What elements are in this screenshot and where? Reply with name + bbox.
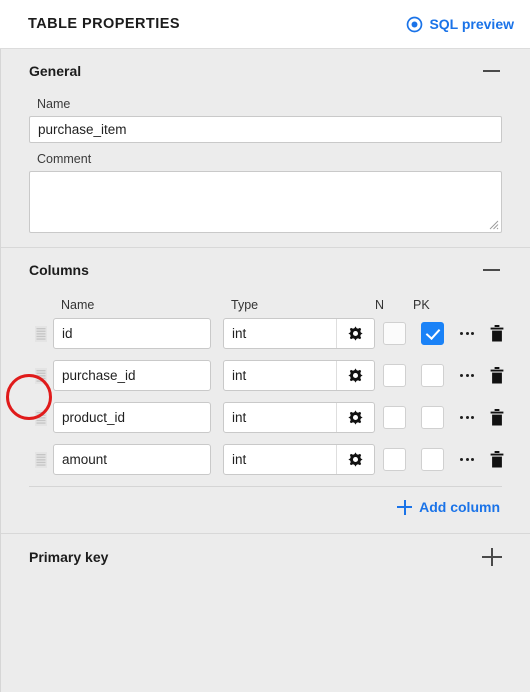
column-header-n: N — [375, 298, 385, 312]
column-type-settings-button[interactable] — [336, 361, 374, 390]
columns-header-row: Name Type N PK — [29, 292, 502, 318]
drag-handle-cell[interactable] — [29, 324, 53, 344]
section-columns-title: Columns — [29, 262, 89, 278]
add-column-button[interactable]: Add column — [397, 499, 502, 515]
table-name-label: Name — [37, 97, 71, 111]
column-delete-button[interactable] — [483, 325, 511, 342]
column-type-value: int — [232, 326, 247, 341]
drag-handle-icon[interactable] — [34, 450, 48, 470]
more-dots-icon[interactable] — [458, 326, 476, 341]
column-type-settings-button[interactable] — [336, 445, 374, 474]
minus-icon[interactable] — [480, 259, 502, 281]
section-primary-key-header[interactable]: Primary key — [29, 534, 502, 580]
minus-icon[interactable] — [480, 60, 502, 82]
trash-icon[interactable] — [490, 367, 504, 384]
column-nullable-checkbox[interactable] — [382, 448, 406, 471]
drag-handle-cell[interactable] — [29, 366, 53, 386]
table-properties-panel: TABLE PROPERTIES SQL preview General Nam… — [0, 0, 530, 692]
section-general: General Name Comment — [1, 49, 530, 248]
column-type-value: int — [232, 410, 247, 425]
table-comment-label: Comment — [37, 152, 92, 166]
plus-icon — [397, 499, 413, 515]
column-nullable-checkbox[interactable] — [382, 406, 406, 429]
gear-icon — [348, 452, 363, 467]
column-name-input[interactable] — [53, 444, 211, 475]
more-dots-icon[interactable] — [458, 410, 476, 425]
section-general-body: Name Comment — [29, 97, 502, 247]
add-column-label: Add column — [419, 499, 500, 515]
more-dots-icon[interactable] — [458, 452, 476, 467]
more-dots-icon[interactable] — [458, 368, 476, 383]
column-type-value: int — [232, 368, 247, 383]
table-row: int — [29, 444, 504, 475]
gear-icon — [348, 410, 363, 425]
column-header-type: Type — [231, 298, 259, 312]
section-primary-key: Primary key — [1, 534, 530, 580]
column-nullable-checkbox[interactable] — [382, 322, 406, 345]
column-primary-key-checkbox[interactable] — [420, 406, 444, 429]
column-header-pk: PK — [413, 298, 430, 312]
section-columns-header[interactable]: Columns — [29, 248, 502, 292]
columns-rows: int int int int — [29, 318, 504, 475]
drag-handle-icon[interactable] — [34, 408, 48, 428]
column-header-name: Name — [61, 298, 95, 312]
column-type-field[interactable]: int — [223, 360, 375, 391]
gear-icon — [348, 368, 363, 383]
panel-body: General Name Comment Columns — [0, 49, 530, 692]
table-comment-textarea[interactable] — [29, 171, 502, 233]
section-primary-key-title: Primary key — [29, 549, 109, 565]
column-type-field[interactable]: int — [223, 402, 375, 433]
trash-icon[interactable] — [490, 409, 504, 426]
column-type-settings-button[interactable] — [336, 319, 374, 348]
table-row: int — [29, 360, 504, 391]
column-nullable-checkbox[interactable] — [382, 364, 406, 387]
drag-handle-icon[interactable] — [34, 366, 48, 386]
drag-handle-icon[interactable] — [34, 324, 48, 344]
table-name-input[interactable] — [29, 116, 502, 143]
column-primary-key-checkbox[interactable] — [420, 448, 444, 471]
plus-icon[interactable] — [480, 546, 502, 568]
drag-handle-cell[interactable] — [29, 408, 53, 428]
column-delete-button[interactable] — [483, 451, 511, 468]
drag-handle-cell[interactable] — [29, 450, 53, 470]
sql-preview-label: SQL preview — [429, 16, 514, 32]
column-type-field[interactable]: int — [223, 318, 375, 349]
trash-icon[interactable] — [490, 325, 504, 342]
section-general-title: General — [29, 63, 82, 79]
trash-icon[interactable] — [490, 451, 504, 468]
gear-icon — [348, 326, 363, 341]
table-row: int — [29, 402, 504, 433]
column-name-input[interactable] — [53, 318, 211, 349]
column-type-field[interactable]: int — [223, 444, 375, 475]
column-type-settings-button[interactable] — [336, 403, 374, 432]
eye-ring-icon — [407, 16, 423, 32]
column-delete-button[interactable] — [483, 409, 511, 426]
panel-header: TABLE PROPERTIES SQL preview — [0, 0, 530, 49]
section-columns: Columns Name Type N PK int int int int — [1, 248, 530, 534]
sql-preview-button[interactable]: SQL preview — [406, 16, 518, 33]
page-title: TABLE PROPERTIES — [28, 16, 180, 32]
section-general-header[interactable]: General — [29, 49, 502, 93]
column-delete-button[interactable] — [483, 367, 511, 384]
column-name-input[interactable] — [53, 360, 211, 391]
column-type-value: int — [232, 452, 247, 467]
column-primary-key-checkbox[interactable] — [420, 364, 444, 387]
resize-handle-icon[interactable] — [488, 219, 499, 230]
add-column-row: Add column — [29, 487, 502, 527]
column-name-input[interactable] — [53, 402, 211, 433]
column-primary-key-checkbox[interactable] — [420, 322, 444, 345]
columns-table: Name Type N PK int int int int Add column — [29, 292, 504, 533]
table-row: int — [29, 318, 504, 349]
